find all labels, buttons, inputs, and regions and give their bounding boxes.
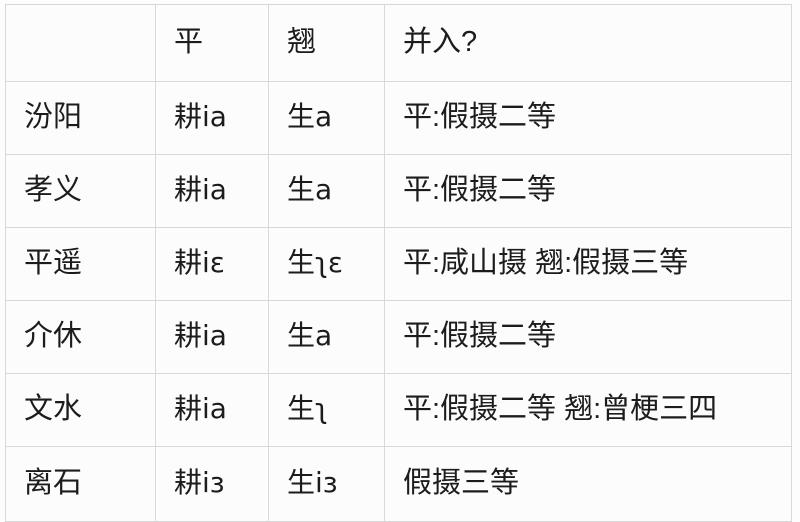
qiao-reading: 生ʅɛ	[287, 246, 344, 280]
cell-place: 平遥	[5, 227, 156, 301]
column-header-qiao-label: 翘	[287, 26, 317, 59]
cell-merge: 平:假摄二等 翘:曾梗三四	[384, 373, 792, 447]
table-row: 汾阳 耕ia 生a 平:假摄二等	[5, 81, 792, 155]
ping-reading: 耕iɜ	[174, 466, 225, 500]
dialect-comparison-table-container: 平 翘 并入? 汾阳 耕ia 生a 平:假摄二等 孝义 耕ia 生a 平:假摄二…	[5, 4, 792, 522]
cell-ping: 耕iɜ	[155, 446, 269, 522]
merge-note: 平:假摄二等	[403, 320, 557, 353]
place-name: 文水	[24, 393, 83, 426]
ping-reading: 耕ia	[174, 173, 227, 207]
column-header-ping: 平	[155, 4, 269, 82]
cell-qiao: 生a	[268, 154, 385, 228]
merge-note: 平:假摄二等	[403, 101, 557, 134]
cell-qiao: 生ʅɛ	[268, 227, 385, 301]
cell-ping: 耕iɛ	[155, 227, 269, 301]
qiao-reading: 生iɜ	[287, 466, 338, 500]
table-row: 离石 耕iɜ 生iɜ 假摄三等	[5, 446, 792, 522]
cell-qiao: 生a	[268, 300, 385, 374]
ping-reading: 耕ia	[174, 100, 227, 134]
table-row: 文水 耕ia 生ʅ 平:假摄二等 翘:曾梗三四	[5, 373, 792, 447]
table-row: 平遥 耕iɛ 生ʅɛ 平:咸山摄 翘:假摄三等	[5, 227, 792, 301]
qiao-reading: 生a	[287, 100, 333, 134]
merge-note: 平:假摄二等	[403, 174, 557, 207]
column-header-merge-label: 并入?	[403, 26, 478, 59]
table-row: 介休 耕ia 生a 平:假摄二等	[5, 300, 792, 374]
place-name: 孝义	[24, 174, 83, 207]
place-name: 汾阳	[24, 101, 83, 134]
merge-note: 平:咸山摄 翘:假摄三等	[403, 247, 689, 280]
ping-reading: 耕ia	[174, 319, 227, 353]
cell-qiao: 生iɜ	[268, 446, 385, 522]
cell-place: 孝义	[5, 154, 156, 228]
cell-qiao: 生ʅ	[268, 373, 385, 447]
place-name: 离石	[24, 467, 83, 500]
table-header-row: 平 翘 并入?	[5, 4, 792, 82]
column-header-ping-label: 平	[174, 26, 204, 59]
cell-merge: 平:咸山摄 翘:假摄三等	[384, 227, 792, 301]
column-header-qiao: 翘	[268, 4, 385, 82]
qiao-reading: 生a	[287, 173, 333, 207]
cell-ping: 耕ia	[155, 81, 269, 155]
place-name: 介休	[24, 320, 83, 353]
cell-ping: 耕ia	[155, 300, 269, 374]
cell-merge: 假摄三等	[384, 446, 792, 522]
qiao-reading: 生a	[287, 319, 333, 353]
cell-qiao: 生a	[268, 81, 385, 155]
qiao-reading: 生ʅ	[287, 392, 328, 426]
cell-place: 汾阳	[5, 81, 156, 155]
column-header-place	[5, 4, 156, 82]
cell-place: 介休	[5, 300, 156, 374]
merge-note: 平:假摄二等 翘:曾梗三四	[403, 393, 718, 426]
ping-reading: 耕ia	[174, 392, 227, 426]
cell-place: 离石	[5, 446, 156, 522]
dialect-comparison-table: 平 翘 并入? 汾阳 耕ia 生a 平:假摄二等 孝义 耕ia 生a 平:假摄二…	[5, 4, 792, 522]
place-name: 平遥	[24, 247, 83, 280]
ping-reading: 耕iɛ	[174, 246, 225, 280]
cell-merge: 平:假摄二等	[384, 154, 792, 228]
cell-merge: 平:假摄二等	[384, 300, 792, 374]
cell-ping: 耕ia	[155, 154, 269, 228]
merge-note: 假摄三等	[403, 467, 520, 500]
column-header-merge: 并入?	[384, 4, 792, 82]
cell-place: 文水	[5, 373, 156, 447]
cell-ping: 耕ia	[155, 373, 269, 447]
table-row: 孝义 耕ia 生a 平:假摄二等	[5, 154, 792, 228]
cell-merge: 平:假摄二等	[384, 81, 792, 155]
